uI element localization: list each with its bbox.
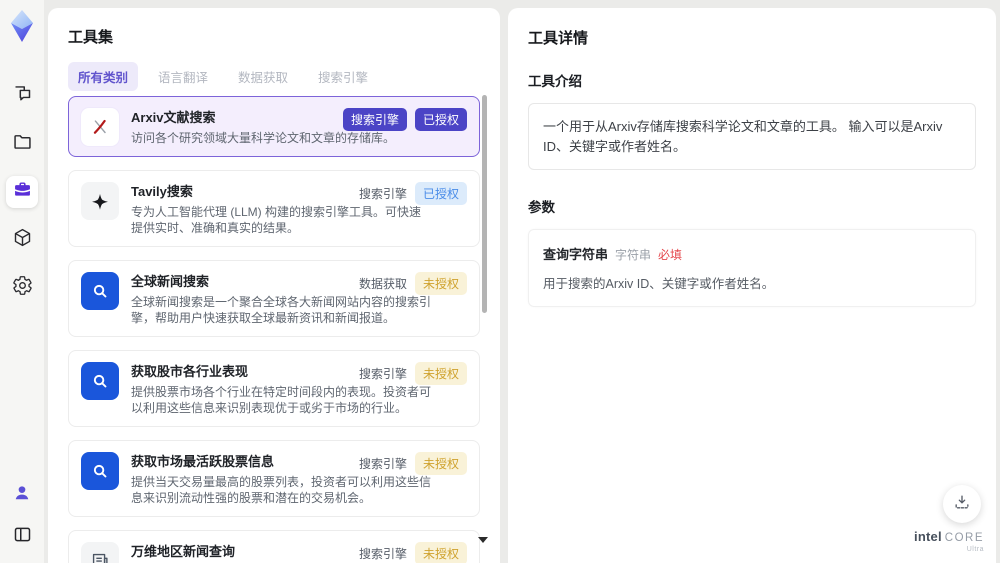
- tool-card[interactable]: Arxiv文献搜索 访问各个研究领域大量科学论文和文章的存储库。 搜索引擎 已授…: [68, 96, 480, 157]
- tavily-star-icon: [81, 182, 119, 220]
- tool-detail-panel: 工具详情 工具介绍 一个用于从Arxiv存储库搜索科学论文和文章的工具。 输入可…: [508, 8, 996, 563]
- category-tab[interactable]: 所有类别: [68, 62, 139, 91]
- chat-icon: [12, 83, 33, 109]
- parameter-card: 查询字符串 字符串 必填 用于搜索的Arxiv ID、关键字或作者姓名。: [528, 229, 976, 307]
- tool-description: 提供股票市场各个行业在特定时间段内的表现。投资者可以利用这些信息来识别表现优于或…: [131, 385, 432, 415]
- tool-list: Arxiv文献搜索 访问各个研究领域大量科学论文和文章的存储库。 搜索引擎 已授…: [68, 96, 480, 563]
- tool-category-badge: 数据获取: [358, 277, 407, 291]
- app-screen: 工具集 所有类别 语言翻译 数据获取 搜索引擎 Arxiv文献搜索 访问各个研究领域大…: [0, 0, 1000, 563]
- tool-category-badge: 搜索引擎: [358, 457, 407, 471]
- parameter-name: 查询字符串: [543, 247, 609, 262]
- parameter-type: 字符串: [615, 248, 652, 262]
- newspaper-icon: [81, 542, 119, 563]
- sidebar-item-main-0[interactable]: [6, 80, 38, 112]
- panel-layout-icon: [12, 524, 33, 550]
- tool-auth-badge: 未授权: [414, 452, 467, 475]
- user-icon: [12, 483, 32, 508]
- tool-auth-badge: 未授权: [414, 542, 467, 563]
- news-search-icon: [81, 452, 119, 490]
- category-tab[interactable]: 搜索引擎: [308, 62, 378, 91]
- scrollbar-thumb[interactable]: [482, 95, 487, 313]
- left-rail: [0, 0, 44, 563]
- sidebar-item-main-3[interactable]: [6, 224, 38, 256]
- tool-card[interactable]: 万维地区新闻查询 查询具体行政区划内的新闻，快速了解各地新闻动 搜索引擎 未授权: [68, 530, 480, 563]
- tool-description: 全球新闻搜索是一个聚合全球各大新闻网站内容的搜索引擎，帮助用户快速获取全球最新资…: [131, 295, 432, 325]
- cube-icon: [12, 227, 33, 253]
- tool-card[interactable]: 获取市场最活跃股票信息 提供当天交易量最高的股票列表，投资者可以利用这些信息来识…: [68, 440, 480, 517]
- parameter-description: 用于搜索的Arxiv ID、关键字或作者姓名。: [543, 277, 775, 291]
- tool-description: 访问各个研究领域大量科学论文和文章的存储库。: [131, 131, 396, 145]
- sidebar-item-main-1[interactable]: [6, 128, 38, 160]
- folder-icon: [12, 131, 33, 157]
- category-tab[interactable]: 数据获取: [228, 62, 298, 91]
- tool-description: 提供当天交易量最高的股票列表，投资者可以利用这些信息来识别流动性强的股票和潜在的…: [131, 475, 432, 505]
- tool-category-badge: 搜索引擎: [358, 367, 407, 381]
- tool-card[interactable]: Tavily搜索 专为人工智能代理 (LLM) 构建的搜索引擎工具。可快速提供实…: [68, 170, 480, 247]
- intel-core-logo: intel CORE Ultra: [914, 530, 984, 554]
- tool-auth-badge: 未授权: [414, 272, 467, 295]
- page-title: 工具集: [68, 29, 114, 46]
- parameter-required-badge: 必填: [658, 248, 683, 262]
- brand-intel-text: intel: [914, 528, 942, 544]
- tool-auth-badge: 已授权: [414, 182, 467, 205]
- tool-card[interactable]: 获取股市各行业表现 提供股票市场各个行业在特定时间段内的表现。投资者可以利用这些…: [68, 350, 480, 427]
- params-section-title: 参数: [528, 200, 555, 215]
- tool-description: 专为人工智能代理 (LLM) 构建的搜索引擎工具。可快速提供实时、准确和真实的结…: [131, 205, 422, 235]
- download-icon: [952, 492, 972, 517]
- briefcase-icon: [12, 179, 33, 205]
- download-button[interactable]: [943, 485, 981, 523]
- intro-section-title: 工具介绍: [528, 74, 582, 89]
- tool-category-badge: 搜索引擎: [358, 547, 407, 561]
- detail-title: 工具详情: [528, 30, 589, 47]
- tool-intro-text: 一个用于从Arxiv存储库搜索科学论文和文章的工具。 输入可以是Arxiv ID…: [528, 103, 976, 170]
- tool-auth-badge: 已授权: [414, 108, 467, 131]
- app-logo-icon[interactable]: [6, 8, 38, 44]
- tool-card[interactable]: 全球新闻搜索 全球新闻搜索是一个聚合全球各大新闻网站内容的搜索引擎，帮助用户快速…: [68, 260, 480, 337]
- arxiv-logo-icon: [81, 108, 119, 146]
- sidebar-item-main-2[interactable]: [6, 176, 38, 208]
- sidebar-item-bottom-1[interactable]: [6, 521, 38, 553]
- news-search-icon: [81, 272, 119, 310]
- tool-auth-badge: 未授权: [414, 362, 467, 385]
- tool-category-badge: 搜索引擎: [342, 108, 407, 131]
- category-tabs: 所有类别 语言翻译 数据获取 搜索引擎: [48, 47, 500, 101]
- news-search-icon: [81, 362, 119, 400]
- scroll-down-icon[interactable]: [478, 537, 488, 543]
- tool-list-panel: 工具集 所有类别 语言翻译 数据获取 搜索引擎 Arxiv文献搜索 访问各个研究领域大…: [48, 8, 500, 563]
- brand-sub-text: Ultra: [966, 546, 984, 553]
- category-tab[interactable]: 语言翻译: [148, 62, 218, 91]
- tool-category-badge: 搜索引擎: [358, 187, 407, 201]
- brand-core-text: CORE: [944, 531, 984, 544]
- sidebar-item-main-4[interactable]: [6, 272, 38, 304]
- gear-icon: [12, 275, 33, 301]
- sidebar-item-bottom-0[interactable]: [6, 479, 38, 511]
